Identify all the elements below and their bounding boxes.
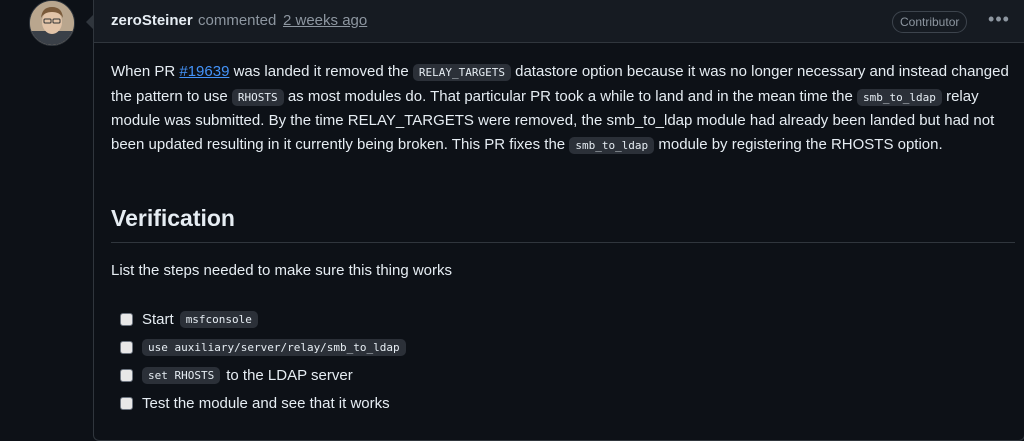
comment-action: commented (198, 12, 277, 29)
pr-link[interactable]: #19639 (179, 63, 229, 80)
task-list-item: set RHOSTS to the LDAP server (120, 361, 412, 389)
verification-heading: Verification (111, 205, 1015, 243)
task-text: Start (142, 310, 174, 328)
avatar[interactable] (29, 0, 75, 46)
text: was landed it removed the (229, 63, 413, 80)
inline-code: smb_to_ldap (569, 136, 655, 154)
text: as most modules do. That particular PR t… (283, 87, 858, 105)
text: module by registering the RHOSTS option. (654, 135, 943, 153)
inline-code: use auxiliary/server/relay/smb_to_ldap (142, 338, 406, 356)
task-checkbox[interactable] (120, 368, 133, 382)
comment-timestamp[interactable]: 2 weeks ago (283, 12, 367, 29)
task-checkbox[interactable] (120, 340, 133, 354)
description-paragraph: When PR #19639 was landed it removed the… (111, 60, 1011, 157)
comment-box: zeroSteiner commented 2 weeks ago Contri… (93, 0, 1024, 441)
inline-code: set RHOSTS (142, 366, 221, 384)
task-list-item: use auxiliary/server/relay/smb_to_ldap (120, 333, 412, 361)
kebab-horizontal-icon[interactable]: ••• (987, 10, 1011, 30)
steps-intro: List the steps needed to make sure this … (111, 262, 453, 279)
comment-body: When PR #19639 was landed it removed the… (111, 60, 1011, 157)
comment-header: zeroSteiner commented 2 weeks ago Contri… (94, 0, 1024, 43)
task-list-item: Test the module and see that it works (120, 389, 412, 417)
task-checkbox[interactable] (120, 396, 133, 410)
inline-code: msfconsole (179, 310, 258, 328)
task-checkbox[interactable] (120, 312, 133, 326)
task-list-item: Start msfconsole (120, 305, 412, 333)
text: When PR (111, 63, 180, 80)
contributor-badge: Contributor (892, 11, 968, 33)
task-text: to the LDAP server (226, 366, 353, 384)
inline-code: smb_to_ldap (857, 88, 942, 106)
inline-code: RHOSTS (231, 88, 284, 106)
inline-code: RELAY_TARGETS (412, 64, 511, 81)
task-text: Test the module and see that it works (142, 394, 390, 412)
task-list: Start msfconsole use auxiliary/server/re… (120, 305, 412, 417)
author-link[interactable]: zeroSteiner (111, 12, 193, 29)
